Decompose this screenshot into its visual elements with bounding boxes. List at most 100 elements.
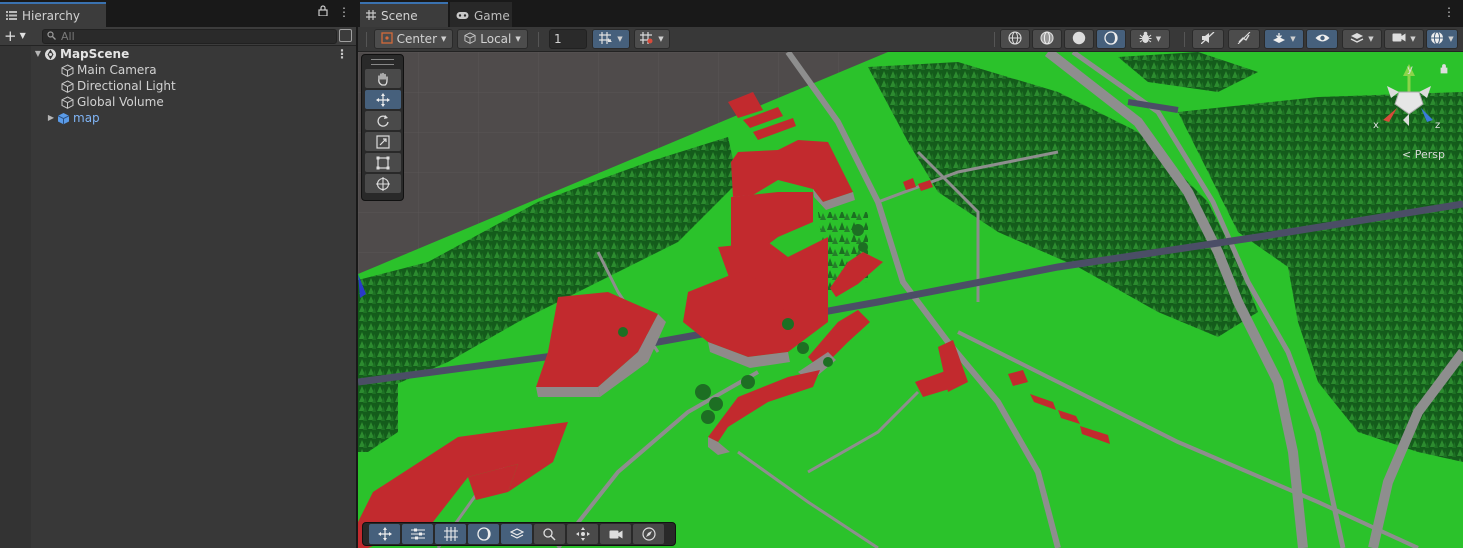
increment-snap-toggle[interactable]: ▼	[634, 29, 670, 49]
grid-snap-input[interactable]: 1	[549, 29, 587, 49]
move-arrows-icon	[376, 92, 390, 107]
z-axis-cone-icon	[1421, 108, 1433, 122]
move-tool-button[interactable]	[365, 90, 401, 109]
overlay-compass-button[interactable]	[633, 524, 664, 544]
hierarchy-item-map[interactable]: ▶ map	[0, 110, 356, 126]
gamepad-icon	[456, 9, 469, 23]
gizmo-z-label: z	[1435, 120, 1440, 131]
hierarchy-tab-label: Hierarchy	[22, 8, 81, 23]
hierarchy-item-label: map	[73, 111, 100, 125]
scene-visibility-dropdown[interactable]: ▼	[1264, 29, 1304, 49]
rect-tool-button[interactable]	[365, 153, 401, 172]
eye-icon	[1315, 32, 1330, 46]
hierarchy-list-icon	[6, 9, 17, 23]
orientation-gizmo[interactable]: y x z	[1369, 62, 1449, 142]
shaded-button[interactable]	[1064, 29, 1094, 49]
snap-increment-icon	[640, 31, 654, 47]
transform-combo-icon	[376, 176, 390, 191]
hierarchy-item-directional-light[interactable]: Directional Light	[0, 78, 356, 94]
audio-mute-icon	[1200, 31, 1215, 47]
rotate-icon	[376, 114, 390, 128]
sliders-icon	[410, 528, 425, 540]
toolbar-separator	[994, 32, 995, 47]
rect-transform-icon	[376, 156, 390, 170]
tab-game[interactable]: Game	[450, 2, 512, 27]
scene-panel: Scene Game ⋮ Center ▼ Local ▼ 1 ▼ ▼ ▼ ▼ …	[358, 0, 1463, 548]
transform-tool-button[interactable]	[365, 174, 401, 193]
hierarchy-item-label: Main Camera	[77, 63, 157, 77]
tab-label: Scene	[381, 8, 418, 23]
hierarchy-item-label: Global Volume	[77, 95, 164, 109]
search-input[interactable]: All	[42, 29, 337, 44]
2d-toggle-button[interactable]	[1192, 29, 1224, 49]
scene-tabbar: Scene Game ⋮	[358, 0, 1463, 27]
grid-hash-icon	[366, 9, 376, 23]
debug-draw-mode-dropdown[interactable]: ▼	[1130, 29, 1170, 49]
overlay-grid-button[interactable]	[435, 524, 466, 544]
hierarchy-item-global-volume[interactable]: Global Volume	[0, 94, 356, 110]
unlit-button[interactable]	[1096, 29, 1126, 49]
toolbar-separator	[366, 32, 367, 47]
scale-icon	[376, 134, 390, 149]
panel-menu-icon[interactable]: ⋮	[338, 5, 350, 19]
hierarchy-toolbar: + ▼ All	[0, 27, 356, 46]
grid-snapping-toggle[interactable]: ▼	[592, 29, 630, 49]
plus-icon: +	[4, 27, 17, 45]
effects-toggle-button[interactable]	[1228, 29, 1260, 49]
lock-icon[interactable]	[318, 5, 328, 19]
create-button[interactable]: + ▼	[4, 28, 26, 44]
chevron-down-icon: ▼	[1448, 35, 1454, 43]
scene-viewport[interactable]: y x z < Persp	[358, 52, 1463, 548]
overlay-pivot-button[interactable]	[567, 524, 598, 544]
chevron-down-icon: ▼	[1368, 35, 1374, 43]
tab-hierarchy[interactable]: Hierarchy	[0, 2, 106, 27]
camera-settings-dropdown[interactable]: ▼	[1384, 29, 1424, 49]
overlay-camera-button[interactable]	[600, 524, 631, 544]
search-options-icon[interactable]	[339, 29, 352, 42]
scene-toolbar: Center ▼ Local ▼ 1 ▼ ▼ ▼ ▼ ▼ ▼ ▼	[358, 27, 1463, 52]
pivot-rotation-label: Local	[480, 32, 512, 46]
pivot-rotation-dropdown[interactable]: Local ▼	[457, 29, 528, 49]
tools-overlay	[361, 54, 404, 201]
camera-icon	[609, 529, 623, 540]
rotate-tool-button[interactable]	[365, 111, 401, 130]
hierarchy-item-main-camera[interactable]: Main Camera	[0, 62, 356, 78]
lock-icon	[1440, 64, 1448, 74]
tab-label: Game	[474, 8, 510, 23]
overlay-layers-button[interactable]	[501, 524, 532, 544]
grid-icon	[443, 527, 458, 541]
projection-label[interactable]: < Persp	[1402, 148, 1445, 161]
gizmo-globe-icon	[1430, 31, 1444, 48]
view-tool-button[interactable]	[365, 69, 401, 88]
scene-row[interactable]: ▼ MapScene ⋮	[0, 46, 356, 62]
wireframe-shading-button[interactable]	[1000, 29, 1030, 49]
tab-scene[interactable]: Scene	[360, 2, 448, 27]
chevron-down-icon: ▼	[19, 31, 26, 40]
layers-dropdown[interactable]: ▼	[1342, 29, 1382, 49]
overlay-settings-button[interactable]	[402, 524, 433, 544]
shaded-sphere-icon	[1072, 31, 1086, 48]
overlay-lighting-button[interactable]	[468, 524, 499, 544]
camera-icon	[1392, 32, 1406, 46]
visibility-toggle-button[interactable]	[1306, 29, 1338, 49]
hierarchy-tabbar: Hierarchy ⋮	[0, 0, 356, 27]
gameobject-cube-icon	[60, 63, 74, 77]
gizmos-dropdown[interactable]: ▼	[1426, 29, 1458, 49]
fold-closed-icon[interactable]: ▶	[46, 110, 56, 126]
hand-icon	[376, 72, 390, 86]
panel-menu-icon[interactable]: ⋮	[1443, 5, 1455, 19]
move-arrows-icon	[377, 527, 392, 541]
scale-tool-button[interactable]	[365, 132, 401, 151]
toolbar-separator	[538, 32, 539, 47]
moon-sphere-icon	[476, 527, 491, 541]
chevron-down-icon: ▼	[658, 35, 664, 43]
drag-handle[interactable]	[371, 59, 394, 65]
prefab-cube-icon	[56, 111, 70, 125]
overlay-move-button[interactable]	[369, 524, 400, 544]
overlay-search-button[interactable]	[534, 524, 565, 544]
grid-snap-icon	[599, 31, 613, 47]
fold-open-icon[interactable]: ▼	[33, 46, 43, 62]
pivot-mode-dropdown[interactable]: Center ▼	[374, 29, 453, 49]
scene-menu-icon[interactable]: ⋮	[336, 46, 348, 62]
shaded-wireframe-button[interactable]	[1032, 29, 1062, 49]
